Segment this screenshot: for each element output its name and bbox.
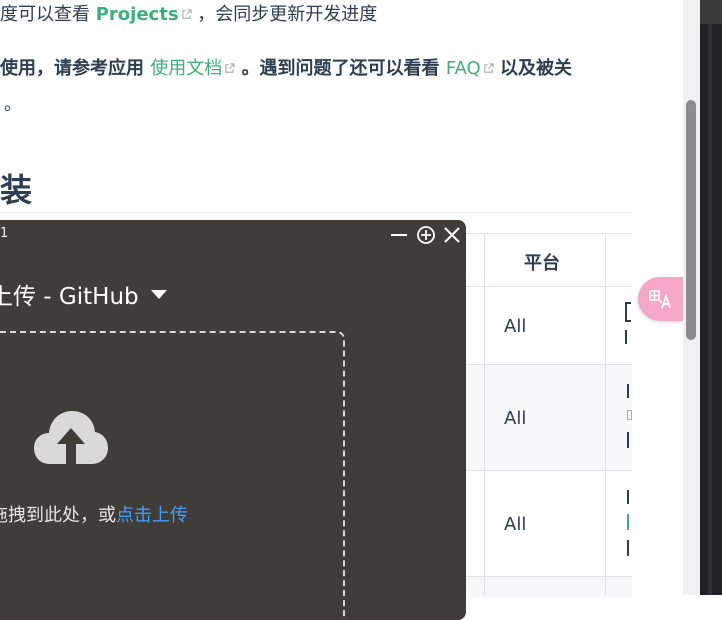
section-heading: 装 [0,171,33,209]
doc-text: 度可以查看 [0,4,90,25]
drop-hint: 拖拽到此处，或点击上传 [0,501,188,527]
table-rule [465,470,632,471]
panel-title: 上传 - GitHub [0,284,139,310]
scrollbar-thumb[interactable] [686,100,696,340]
heading-divider [0,212,632,213]
faq-link[interactable]: FAQ [446,58,494,79]
table-rule [465,233,632,234]
doc-text: 以及被关 [500,58,572,79]
table-header-platform: 平台 [524,253,560,274]
click-upload-link[interactable]: 点击上传 [116,505,188,526]
external-link-icon [225,63,235,73]
external-link-icon [181,9,192,19]
upload-dropzone[interactable] [0,331,345,620]
table-rule [465,286,632,287]
upload-panel: 1 上传 - GitHub 拖拽到此处，或点击上传 [0,220,466,620]
doc-text: ，会同步更新开发进度 [197,4,378,25]
table-rule [465,364,632,365]
table-rule [465,576,632,577]
window-edge-stripe [708,0,712,595]
doc-line-1: 度可以查看 Projects ，会同步更新开发进度 [0,0,377,26]
clipped-text [625,302,632,346]
pin-icon[interactable] [416,225,436,245]
minimize-icon[interactable] [389,225,409,245]
doc-line-2: 使用，请参考应用 使用文档 。遇到问题了还可以看看 FAQ 以及被关 [0,54,572,80]
cloud-upload-icon [34,411,108,464]
table-row-stripe [465,365,632,470]
translate-icon [649,290,671,309]
panel-version: 1 [0,226,9,241]
table-cell-platform: All [504,408,527,429]
external-link-icon [484,63,494,73]
doc-text: 使用，请参考应用 [0,58,144,79]
table-cell-platform: All [504,316,527,337]
table-rule [605,233,606,595]
doc-line-3: 。 [4,94,22,115]
table-row-stripe [465,577,632,597]
uploader-selector[interactable]: 上传 - GitHub [0,277,167,311]
drop-hint-text: 拖拽到此处，或 [0,505,116,526]
window-edge-top [700,0,722,24]
table-rule [484,233,485,595]
dropdown-caret-icon [150,289,167,299]
table-cell-platform: All [504,514,527,535]
doc-text: 。遇到问题了还可以看看 [241,58,440,79]
close-icon[interactable] [442,225,462,245]
translate-button[interactable] [638,277,684,321]
projects-link[interactable]: Projects [96,4,192,25]
docs-link[interactable]: 使用文档 [150,58,235,79]
